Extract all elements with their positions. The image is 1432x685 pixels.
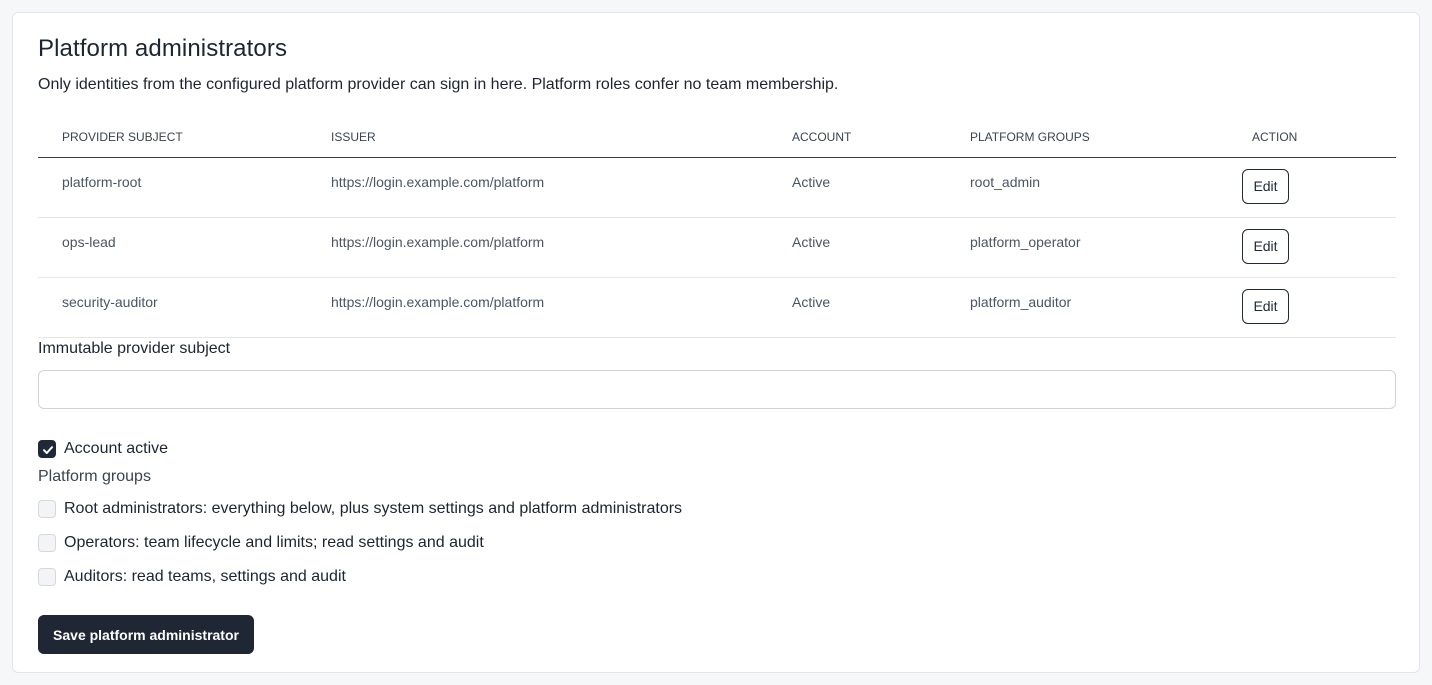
subject-input[interactable] xyxy=(38,370,1396,409)
group-operators-checkbox-row[interactable]: Operators: team lifecycle and limits; re… xyxy=(38,533,484,553)
cell-groups: root_admin xyxy=(946,157,1228,218)
edit-button[interactable]: Edit xyxy=(1242,228,1289,264)
page-description: Only identities from the configured plat… xyxy=(38,76,839,93)
cell-subject: platform-root xyxy=(38,157,307,218)
cell-subject: ops-lead xyxy=(38,217,307,278)
platform-groups-label: Platform groups xyxy=(38,468,151,485)
group-operators-label: Operators: team lifecycle and limits; re… xyxy=(64,534,484,551)
cell-issuer: https://login.example.com/platform xyxy=(307,217,768,278)
edit-button[interactable]: Edit xyxy=(1242,288,1289,324)
cell-account: Active xyxy=(768,217,946,278)
table-row: ops-lead https://login.example.com/platf… xyxy=(38,217,1396,278)
cell-account: Active xyxy=(768,157,946,218)
group-auditors-checkbox[interactable] xyxy=(38,568,56,586)
admins-table: PROVIDER SUBJECT ISSUER ACCOUNT PLATFORM… xyxy=(38,117,1396,338)
group-root-checkbox[interactable] xyxy=(38,500,56,518)
edit-button[interactable]: Edit xyxy=(1242,168,1289,204)
group-auditors-checkbox-row[interactable]: Auditors: read teams, settings and audit xyxy=(38,567,346,587)
group-root-label: Root administrators: everything below, p… xyxy=(64,500,683,517)
check-icon xyxy=(43,446,53,454)
subject-field-label: Immutable provider subject xyxy=(38,340,231,357)
group-auditors-label: Auditors: read teams, settings and audit xyxy=(64,568,346,585)
cell-groups: platform_operator xyxy=(946,217,1228,278)
account-active-checkbox[interactable] xyxy=(38,440,56,458)
table-row: security-auditor https://login.example.c… xyxy=(38,277,1396,338)
cell-subject: security-auditor xyxy=(38,277,307,338)
save-platform-admin-button[interactable]: Save platform administrator xyxy=(38,615,254,654)
group-operators-checkbox[interactable] xyxy=(38,534,56,552)
cell-action: Edit xyxy=(1228,277,1396,338)
admin-card: Platform administrators Only identities … xyxy=(12,12,1420,673)
page-title: Platform administrators xyxy=(38,35,288,62)
group-root-checkbox-row[interactable]: Root administrators: everything below, p… xyxy=(38,499,682,519)
table-row: platform-root https://login.example.com/… xyxy=(38,157,1396,218)
column-header-subject: PROVIDER SUBJECT xyxy=(38,117,307,158)
cell-issuer: https://login.example.com/platform xyxy=(307,157,768,218)
account-active-label: Account active xyxy=(64,440,169,457)
column-header-action: ACTION xyxy=(1228,117,1396,158)
table-header-row: PROVIDER SUBJECT ISSUER ACCOUNT PLATFORM… xyxy=(38,117,1396,158)
cell-action: Edit xyxy=(1228,157,1396,218)
cell-issuer: https://login.example.com/platform xyxy=(307,277,768,338)
cell-groups: platform_auditor xyxy=(946,277,1228,338)
column-header-groups: PLATFORM GROUPS xyxy=(946,117,1228,158)
cell-action: Edit xyxy=(1228,217,1396,278)
cell-account: Active xyxy=(768,277,946,338)
column-header-account: ACCOUNT xyxy=(768,117,946,158)
column-header-issuer: ISSUER xyxy=(307,117,768,158)
account-active-checkbox-row[interactable]: Account active xyxy=(38,439,168,459)
